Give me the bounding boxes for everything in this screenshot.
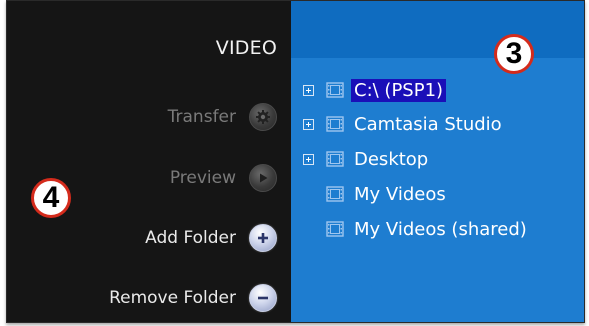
play-icon [249,164,277,192]
remove-folder-label: Remove Folder [109,288,236,308]
callout-badge-4: 4 [31,178,71,218]
tree-item-my-videos-shared[interactable]: My Videos (shared) [303,215,530,243]
tree-item-label: Camtasia Studio [354,113,502,135]
expand-icon[interactable] [303,153,314,165]
tree-item-label: Desktop [354,148,429,170]
callout-badge-3: 3 [494,34,534,74]
transfer-label: Transfer [167,107,236,127]
expand-icon[interactable] [303,84,314,96]
tree-item-c-drive[interactable]: C:\ (PSP1) [303,76,447,104]
tree-item-my-videos[interactable]: My Videos [303,180,449,208]
plus-icon [249,224,277,252]
film-icon [326,151,344,167]
panel-title: VIDEO [215,37,277,59]
tree-item-label: My Videos (shared) [354,218,527,240]
tree-item-label: C:\ (PSP1) [351,78,447,102]
film-icon [326,82,344,98]
folder-tree-panel: C:\ (PSP1) Camtasia Studio Desktop My Vi… [291,1,584,322]
film-icon [326,186,344,202]
tree-item-label: My Videos [354,183,446,205]
video-actions-panel: VIDEO Transfer Preview Add Folder Remove… [7,1,291,322]
remove-folder-button[interactable]: Remove Folder [109,281,277,315]
tree-header [291,1,584,58]
tree-item-desktop[interactable]: Desktop [303,145,431,173]
expand-icon[interactable] [303,118,314,130]
minus-icon [249,284,277,312]
transfer-button[interactable]: Transfer [168,100,277,134]
add-folder-button[interactable]: Add Folder [145,221,277,255]
preview-label: Preview [169,168,236,188]
film-icon [326,221,344,237]
add-folder-label: Add Folder [145,228,236,248]
film-icon [326,116,344,132]
gear-icon [249,103,277,131]
preview-button[interactable]: Preview [170,161,277,195]
tree-item-camtasia-studio[interactable]: Camtasia Studio [303,110,505,138]
video-browser-window: VIDEO Transfer Preview Add Folder Remove… [6,0,585,323]
